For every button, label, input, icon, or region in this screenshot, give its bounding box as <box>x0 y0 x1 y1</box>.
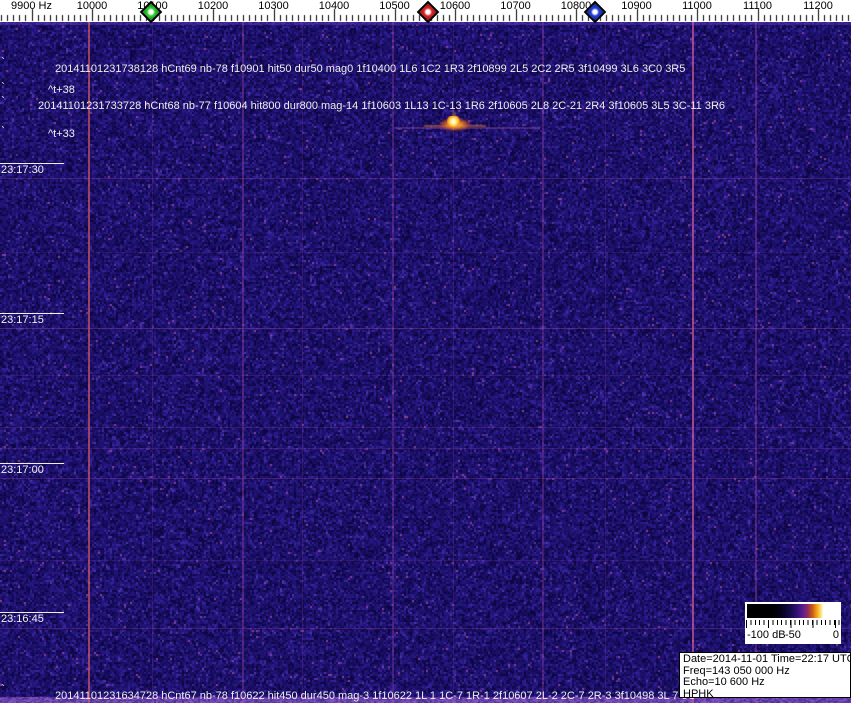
echo-core <box>447 116 460 127</box>
detection-log-line: ^t+33 <box>48 128 75 140</box>
grid-line-horizontal <box>0 560 851 561</box>
ruler-tick-label: 11000 <box>682 0 712 12</box>
grid-line-horizontal <box>0 328 851 329</box>
info-callsign: HPHK <box>683 687 714 698</box>
grid-line-vertical <box>302 22 303 703</box>
grid-line-horizontal <box>0 628 851 629</box>
frequency-ruler[interactable]: 9900 Hz100001010010200103001040010500106… <box>0 0 851 24</box>
ruler-tick-label: 11200 <box>803 0 833 12</box>
grid-line-vertical <box>605 22 606 703</box>
legend-label-mid: -50 <box>785 629 801 641</box>
time-label: 23:17:15 <box>1 314 44 326</box>
color-scale-legend: -100 dB -50 0 <box>745 602 843 644</box>
ruler-tick-label: 10400 <box>318 0 350 12</box>
event-tick-mark: ` <box>1 94 5 108</box>
detection-log-line: ^t+38 <box>48 84 75 96</box>
ruler-tick-label: 10200 <box>197 0 229 12</box>
legend-label-min: -100 dB <box>747 629 786 641</box>
event-tick-mark: ` <box>1 55 5 69</box>
status-info-box: Date=2014-11-01 Time=22:17 UTC Freq=143 … <box>679 652 851 698</box>
color-scale-gradient <box>745 602 841 620</box>
ruler-tick-label: 9900 Hz <box>11 0 52 12</box>
detection-log-line: 20141101231733728 hCnt68 nb-77 f10604 hi… <box>38 100 726 112</box>
meteor-spectrogram-app: 20141101231738128 hCnt69 nb-78 f10901 hi… <box>0 0 851 703</box>
info-echo: Echo=10 600 Hz <box>683 676 765 688</box>
event-tick-mark: ` <box>1 124 5 138</box>
ruler-tick-label: 10000 <box>76 0 108 12</box>
grid-line-horizontal <box>0 178 851 179</box>
grid-line-vertical <box>242 22 244 703</box>
ruler-tick-label: 10700 <box>500 0 531 12</box>
ruler-tick-label: 10900 <box>621 0 652 12</box>
grid-line-horizontal <box>0 478 851 479</box>
color-scale-ruler: -100 dB -50 0 <box>745 620 841 644</box>
grid-line-horizontal <box>0 427 851 428</box>
grid-line-vertical <box>755 22 757 703</box>
detection-log-line: 20141101231634728 hCnt67 nb-78 f10622 hi… <box>55 690 696 702</box>
time-label: 23:16:45 <box>1 613 44 625</box>
grid-line-vertical <box>152 22 153 703</box>
time-label: 23:17:00 <box>1 464 44 476</box>
grid-line-horizontal <box>0 448 851 449</box>
legend-label-max: 0 <box>832 629 839 641</box>
grid-line-horizontal <box>0 375 851 376</box>
info-date-time: Date=2014-11-01 Time=22:17 UTC <box>683 653 851 665</box>
legend-major-ticks <box>746 620 840 628</box>
event-tick-mark: ` <box>1 682 5 696</box>
time-label: 23:17:30 <box>1 164 44 176</box>
event-tick-mark: ` <box>1 80 5 94</box>
grid-line-vertical <box>692 22 694 703</box>
ruler-tick-label: 10500 <box>379 0 410 12</box>
grid-line-vertical <box>88 22 90 703</box>
grid-line-vertical <box>392 22 394 703</box>
ruler-tick-label: 10600 <box>439 0 471 12</box>
ruler-tick-label: 11100 <box>743 0 772 12</box>
grid-line-horizontal <box>0 252 851 253</box>
ruler-tick-label: 10300 <box>258 0 289 12</box>
grid-line-vertical <box>542 22 544 703</box>
detection-log-line: 20141101231738128 hCnt69 nb-78 f10901 hi… <box>55 63 686 75</box>
